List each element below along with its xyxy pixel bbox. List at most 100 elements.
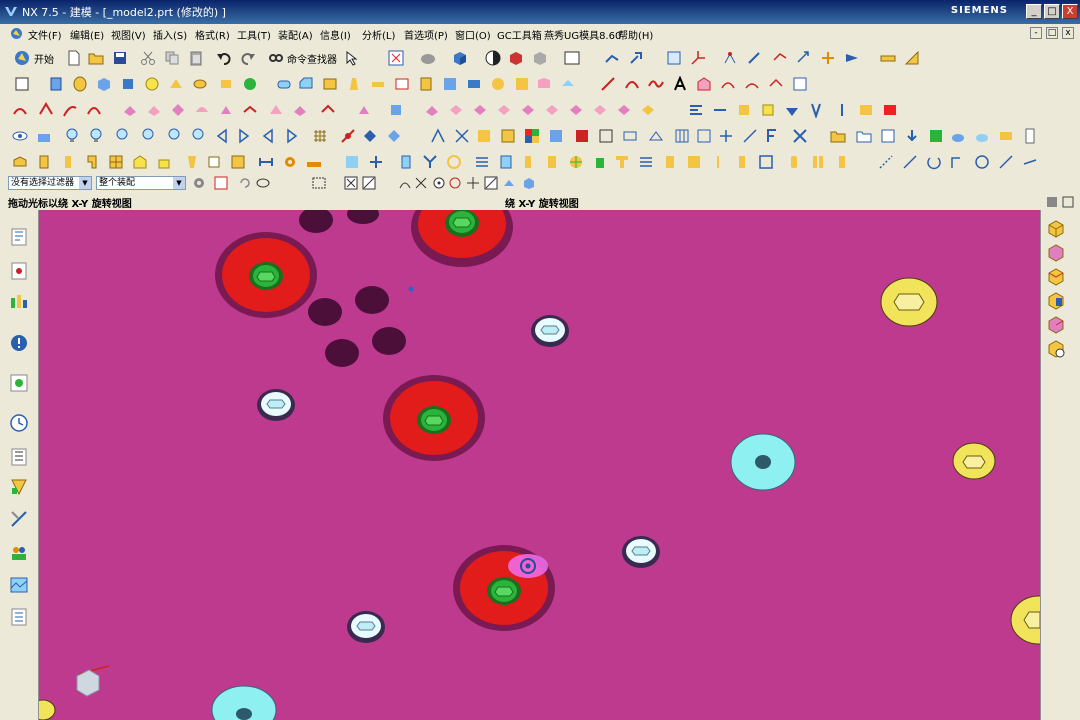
menu-format[interactable]: 格式(R) bbox=[195, 27, 230, 42]
save-icon[interactable] bbox=[112, 50, 128, 66]
ruled-surface-icon[interactable] bbox=[38, 102, 54, 118]
selection-tool-icon[interactable] bbox=[344, 50, 360, 66]
grid-snap-icon[interactable] bbox=[312, 128, 328, 144]
tangent-constraint-icon[interactable] bbox=[808, 102, 824, 118]
feature-control-icon[interactable] bbox=[476, 128, 492, 144]
pattern-icon[interactable] bbox=[514, 76, 530, 92]
view-right-icon[interactable] bbox=[1045, 266, 1067, 288]
gear-icon[interactable] bbox=[282, 154, 298, 170]
import-icon[interactable] bbox=[904, 128, 920, 144]
first-frame-icon[interactable] bbox=[214, 128, 230, 144]
intersect-icon[interactable] bbox=[490, 76, 506, 92]
menu-view[interactable]: 视图(V) bbox=[111, 27, 146, 42]
copy-face-icon[interactable] bbox=[592, 102, 608, 118]
synchronous-move-icon[interactable] bbox=[388, 102, 404, 118]
web-browser-icon[interactable] bbox=[8, 372, 30, 394]
light-bulb-5-icon[interactable] bbox=[166, 128, 182, 144]
menu-window[interactable]: 窗口(O) bbox=[455, 27, 491, 42]
snap-point-icon[interactable] bbox=[466, 176, 480, 190]
rack-icon[interactable] bbox=[306, 154, 322, 170]
pick-filter-icon[interactable] bbox=[214, 176, 228, 190]
no-snap-icon[interactable] bbox=[340, 128, 356, 144]
delete-face-icon[interactable] bbox=[448, 102, 464, 118]
cross-target-icon[interactable] bbox=[568, 154, 584, 170]
snap-intersection-icon[interactable] bbox=[414, 176, 428, 190]
graphics-window[interactable] bbox=[39, 210, 1040, 720]
axis-2-icon[interactable] bbox=[1022, 154, 1038, 170]
system-materials-icon[interactable] bbox=[8, 446, 30, 468]
bridge-curve-icon[interactable] bbox=[744, 76, 760, 92]
mirror-icon[interactable] bbox=[536, 76, 552, 92]
gear-icon[interactable] bbox=[192, 176, 206, 190]
clamp-icon[interactable] bbox=[834, 154, 850, 170]
perpendicular-constraint-icon[interactable] bbox=[760, 102, 776, 118]
light-bulb-4-icon[interactable] bbox=[140, 128, 156, 144]
rectangle-select-icon[interactable] bbox=[312, 176, 326, 190]
shaded-cube-icon[interactable] bbox=[452, 50, 468, 66]
snap-center-icon[interactable] bbox=[432, 176, 446, 190]
sketch-icon[interactable] bbox=[14, 76, 30, 92]
studio-display-icon[interactable] bbox=[998, 128, 1014, 144]
unite-icon[interactable] bbox=[442, 76, 458, 92]
wireframe-icon[interactable] bbox=[598, 128, 614, 144]
command-finder-icon[interactable] bbox=[268, 50, 284, 66]
hidden-edge-icon[interactable] bbox=[532, 50, 548, 66]
diagonal-line-icon[interactable] bbox=[902, 154, 918, 170]
edge-display-icon[interactable] bbox=[508, 50, 524, 66]
pillar-icon[interactable] bbox=[786, 154, 802, 170]
snap-line-icon[interactable] bbox=[362, 176, 376, 190]
cooling-grid-icon[interactable] bbox=[108, 154, 124, 170]
ruler-icon[interactable] bbox=[904, 50, 920, 66]
scrollbar-thumb-icon[interactable] bbox=[1022, 128, 1038, 144]
mdi-minimize-button[interactable]: - bbox=[1030, 27, 1042, 39]
thicken-icon[interactable] bbox=[370, 76, 386, 92]
process-studio-icon[interactable] bbox=[8, 476, 30, 498]
part-navigator-icon[interactable] bbox=[8, 290, 30, 312]
snap-end-icon[interactable] bbox=[344, 176, 358, 190]
panel-expand-icon[interactable] bbox=[1062, 196, 1074, 208]
reset-filter-icon[interactable] bbox=[238, 176, 252, 190]
open-folder-icon[interactable] bbox=[88, 50, 104, 66]
menu-file[interactable]: 文件(F) bbox=[28, 27, 62, 42]
selection-scope-dropdown[interactable]: 整个装配 ▼ bbox=[96, 176, 186, 190]
render-style-icon[interactable] bbox=[420, 50, 436, 66]
parallel-bars-icon[interactable] bbox=[810, 154, 826, 170]
rotate-arrow-icon[interactable] bbox=[926, 154, 942, 170]
ring-icon[interactable] bbox=[446, 154, 462, 170]
guide-pin-icon[interactable] bbox=[544, 154, 560, 170]
view-left-icon[interactable] bbox=[1045, 290, 1067, 312]
ejector-pin-icon[interactable] bbox=[60, 154, 76, 170]
command-finder-button[interactable]: 命令查找器 bbox=[287, 51, 337, 66]
reuse-library-icon[interactable] bbox=[8, 332, 30, 354]
draft-icon[interactable] bbox=[346, 76, 362, 92]
snap-face-icon[interactable] bbox=[502, 176, 516, 190]
clipping-icon[interactable] bbox=[648, 128, 664, 144]
light-bulb-3-icon[interactable] bbox=[114, 128, 130, 144]
start-icon[interactable] bbox=[14, 50, 30, 66]
through-curves-icon[interactable] bbox=[12, 102, 28, 118]
selection-filter-dropdown[interactable]: 没有选择过滤器 ▼ bbox=[8, 176, 92, 190]
model-view[interactable] bbox=[39, 210, 1040, 720]
edit-constraint-icon[interactable] bbox=[742, 128, 758, 144]
annotation-icon[interactable] bbox=[454, 128, 470, 144]
revolve-icon[interactable] bbox=[72, 76, 88, 92]
close-button[interactable]: X bbox=[1062, 4, 1078, 19]
export-icon[interactable] bbox=[880, 128, 896, 144]
bom-icon[interactable] bbox=[230, 154, 246, 170]
chamfer-icon[interactable] bbox=[298, 76, 314, 92]
show-only-icon[interactable] bbox=[36, 128, 52, 144]
grid-icon[interactable] bbox=[674, 128, 690, 144]
shell-icon[interactable] bbox=[322, 76, 338, 92]
roles-icon[interactable] bbox=[8, 542, 30, 564]
pattern-face-icon[interactable] bbox=[568, 102, 584, 118]
face-blend-icon[interactable] bbox=[242, 102, 258, 118]
menu-tools[interactable]: 工具(T) bbox=[237, 27, 271, 42]
sphere-icon[interactable] bbox=[144, 76, 160, 92]
text-icon[interactable] bbox=[672, 76, 688, 92]
sym-grid-icon[interactable] bbox=[368, 154, 384, 170]
point-snap-icon[interactable] bbox=[362, 128, 378, 144]
f8-view-icon[interactable] bbox=[766, 128, 782, 144]
sprue-icon[interactable] bbox=[84, 154, 100, 170]
system-scenes-icon[interactable] bbox=[8, 574, 30, 596]
panel-toggle-icon[interactable] bbox=[1046, 196, 1058, 208]
